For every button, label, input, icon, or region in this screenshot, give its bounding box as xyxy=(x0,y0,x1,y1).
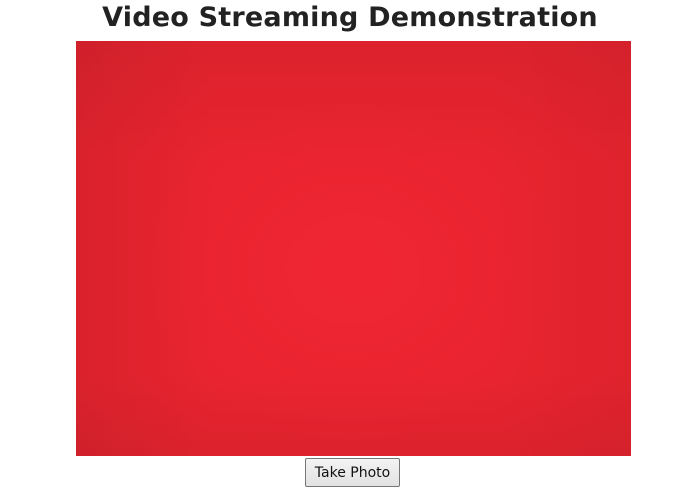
page-title: Video Streaming Demonstration xyxy=(102,2,598,33)
take-photo-button[interactable]: Take Photo xyxy=(305,458,400,487)
page: Video Streaming Demonstration Take Photo xyxy=(0,0,700,500)
video-stream[interactable] xyxy=(76,41,631,456)
